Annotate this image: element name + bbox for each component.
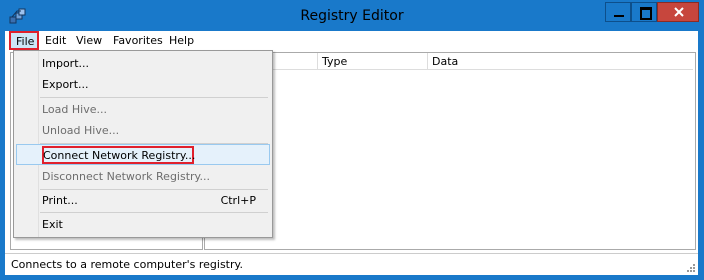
status-bar: Connects to a remote computer's registry…	[5, 253, 698, 275]
column-header-type[interactable]: Type	[318, 53, 428, 70]
menu-item-unload-hive[interactable]: Unload Hive...	[16, 120, 270, 141]
menu-item-print[interactable]: Print... Ctrl+P	[16, 190, 270, 211]
status-text: Connects to a remote computer's registry…	[11, 258, 243, 271]
menu-item-shortcut: Ctrl+P	[220, 194, 256, 207]
menu-file-label: File	[16, 35, 35, 48]
menu-bar: File Edit View Favorites Help	[5, 31, 698, 51]
maximize-button[interactable]	[631, 2, 657, 22]
menu-item-label: Export...	[42, 78, 89, 91]
title-bar[interactable]: Registry Editor	[1, 1, 703, 31]
menu-item-connect-network-registry[interactable]: Connect Network Registry...	[16, 144, 270, 165]
menu-item-label: Disconnect Network Registry...	[42, 170, 210, 183]
menu-item-exit[interactable]: Exit	[16, 214, 270, 235]
menu-item-label: Connect Network Registry...	[43, 149, 196, 162]
values-list-pane[interactable]: Type Data	[204, 52, 696, 250]
registry-editor-window: Registry Editor File Edit View Favorites…	[0, 0, 704, 280]
minimize-button[interactable]	[605, 2, 631, 22]
resize-grip-icon[interactable]	[686, 263, 696, 273]
close-button[interactable]	[657, 2, 699, 22]
maximize-icon	[640, 7, 652, 20]
menu-favorites[interactable]: Favorites	[113, 34, 163, 47]
menu-item-import[interactable]: Import...	[16, 53, 270, 74]
menu-item-load-hive[interactable]: Load Hive...	[16, 99, 270, 120]
menu-edit[interactable]: Edit	[45, 34, 66, 47]
menu-item-label: Print...	[42, 194, 78, 207]
menu-item-label: Unload Hive...	[42, 124, 120, 137]
minimize-icon	[614, 15, 624, 17]
menu-view[interactable]: View	[76, 34, 102, 47]
file-menu-dropdown: Import... Export... Load Hive... Unload …	[13, 50, 273, 238]
menu-item-disconnect-network-registry[interactable]: Disconnect Network Registry...	[16, 166, 270, 187]
menu-item-label: Import...	[42, 57, 89, 70]
menu-file[interactable]: File	[9, 31, 39, 50]
menu-help[interactable]: Help	[169, 34, 194, 47]
close-icon	[674, 7, 684, 17]
menu-item-label: Exit	[42, 218, 63, 231]
menu-item-label: Load Hive...	[42, 103, 107, 116]
window-title: Registry Editor	[300, 8, 404, 24]
menu-separator	[40, 212, 268, 213]
column-header-data[interactable]: Data	[428, 53, 693, 70]
menu-item-export[interactable]: Export...	[16, 74, 270, 95]
menu-separator	[40, 97, 268, 98]
